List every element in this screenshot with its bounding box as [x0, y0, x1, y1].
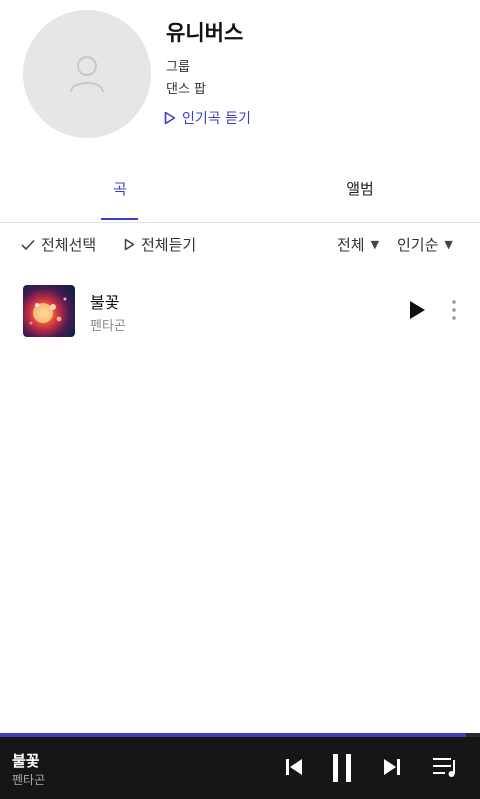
active-tab-indicator — [101, 218, 138, 220]
pause-button[interactable] — [331, 753, 353, 787]
now-playing-title: 불꽃 — [12, 752, 40, 770]
play-outline-icon — [124, 238, 135, 251]
tab-albums-label: 앨범 — [346, 180, 374, 198]
list-controls: 전체선택 전체듣기 전체 ▼ 인기순 ▼ — [0, 234, 480, 260]
progress-bar[interactable] — [0, 733, 480, 737]
select-all-label: 전체선택 — [41, 236, 97, 254]
popular-play-label: 인기곡 듣기 — [182, 111, 251, 127]
play-icon — [410, 301, 425, 319]
artist-genre: 댄스 팝 — [166, 82, 207, 97]
track-more-button[interactable] — [446, 298, 462, 322]
track-artist: 펜타곤 — [90, 319, 126, 334]
album-art-image — [29, 297, 67, 325]
check-icon — [21, 239, 35, 250]
tab-bar: 곡 앨범 — [0, 178, 480, 223]
artist-name: 유니버스 — [166, 21, 244, 45]
person-placeholder-icon — [70, 56, 104, 93]
playlist-icon — [433, 758, 455, 777]
tab-albums[interactable]: 앨범 — [330, 178, 390, 222]
skip-previous-icon — [286, 759, 302, 775]
skip-next-icon — [384, 759, 400, 775]
sort-label: 인기순 — [397, 236, 439, 254]
artist-avatar — [23, 10, 151, 138]
play-all-button[interactable]: 전체듣기 — [124, 234, 196, 255]
playlist-button[interactable] — [432, 756, 458, 782]
filter-label: 전체 — [337, 236, 365, 254]
sort-dropdown[interactable]: 인기순 ▼ — [397, 234, 453, 255]
track-row[interactable]: 불꽃 펜타곤 — [0, 280, 480, 342]
now-playing-artist: 펜타곤 — [12, 773, 46, 787]
filter-dropdown[interactable]: 전체 ▼ — [337, 234, 379, 255]
mini-player[interactable]: 불꽃 펜타곤 — [0, 733, 480, 799]
track-play-button[interactable] — [406, 298, 428, 322]
track-title: 불꽃 — [90, 293, 120, 312]
popular-play-button[interactable]: 인기곡 듣기 — [164, 108, 251, 128]
previous-button[interactable] — [285, 758, 303, 780]
select-all-button[interactable]: 전체선택 — [21, 234, 96, 255]
artist-type: 그룹 — [166, 60, 190, 75]
album-art-thumbnail — [23, 285, 75, 337]
tab-songs[interactable]: 곡 — [100, 178, 140, 222]
caret-down-icon: ▼ — [444, 238, 453, 251]
play-all-label: 전체듣기 — [141, 236, 197, 254]
tab-songs-label: 곡 — [113, 180, 127, 198]
more-vertical-icon — [452, 300, 456, 320]
play-outline-icon — [164, 111, 176, 125]
progress-fill — [0, 733, 466, 737]
pause-icon — [333, 754, 351, 782]
next-button[interactable] — [383, 758, 401, 780]
caret-down-icon: ▼ — [370, 238, 380, 251]
